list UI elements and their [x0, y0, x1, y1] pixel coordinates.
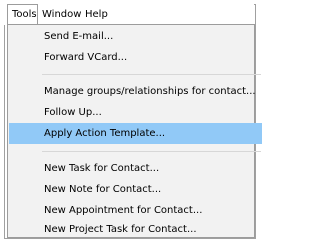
menu-item-new-appointment[interactable]: New Appointment for Contact... — [9, 200, 262, 221]
menu-item-new-task[interactable]: New Task for Contact... — [9, 158, 262, 179]
menu-item-manage-groups[interactable]: Manage groups/relationships for contact.… — [9, 81, 262, 102]
menu-separator — [42, 74, 261, 75]
menu-item-follow-up[interactable]: Follow Up... — [9, 102, 262, 123]
menu-item-send-email[interactable]: Send E-mail... — [9, 26, 262, 47]
menu-item-new-note[interactable]: New Note for Contact... — [9, 179, 262, 200]
menu-bar: Tools Window Help — [4, 4, 254, 25]
menu-item-apply-action-template[interactable]: Apply Action Template... — [9, 123, 262, 144]
tools-dropdown-menu: Send E-mail... Forward VCard... Manage g… — [7, 24, 262, 238]
menu-help[interactable]: Help — [81, 4, 112, 25]
menu-item-new-project-task[interactable]: New Project Task for Contact... — [9, 221, 262, 238]
menu-window[interactable]: Window — [38, 4, 85, 25]
menu-separator — [42, 151, 261, 152]
menu-item-forward-vcard[interactable]: Forward VCard... — [9, 47, 262, 68]
menu-tools[interactable]: Tools — [7, 4, 38, 25]
